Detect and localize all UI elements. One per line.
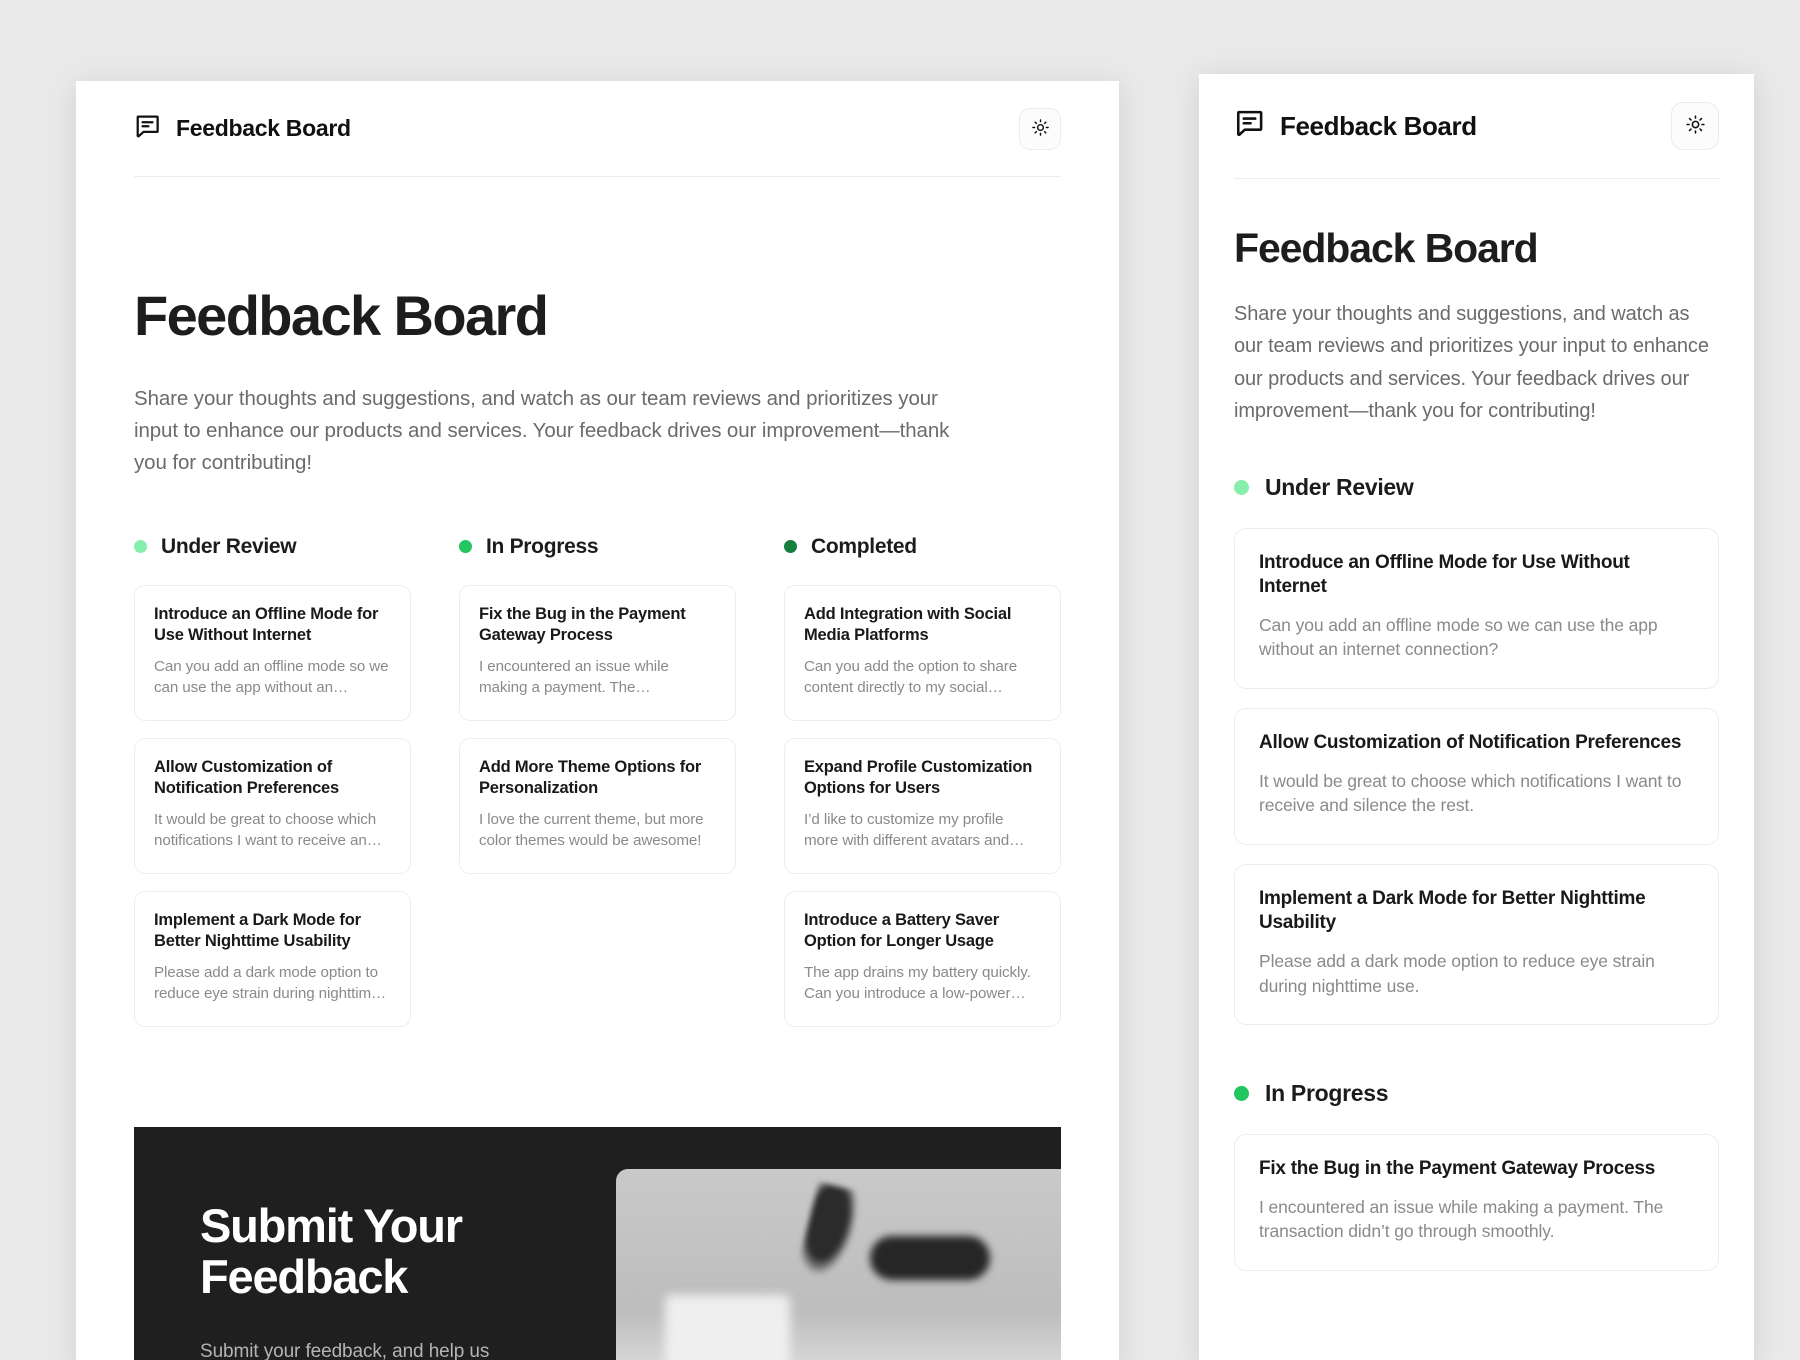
screenshot-stage: Feedback Board Feedback Board Share your… [0,0,1800,1360]
cta-title: Submit Your Feedback [200,1199,463,1303]
feedback-card[interactable]: Expand Profile Customization Options for… [784,737,1061,874]
column-title: In Progress [486,534,599,558]
feedback-card-title: Introduce a Battery Saver Option for Lon… [804,910,999,950]
feedback-card-title: Fix the Bug in the Payment Gateway Proce… [1259,1158,1656,1180]
feedback-card[interactable]: Add More Theme Options for Personalizati… [459,737,736,874]
mobile-card-list: Introduce an Offline Mode for Use Withou… [1234,527,1719,1026]
board-column: In Progress Fix the Bug in the Payment Ga… [459,534,736,1027]
feedback-card[interactable]: Introduce an Offline Mode for Use Withou… [134,584,411,721]
feedback-card-description: Please add a dark mode option to reduce … [154,964,387,1003]
theme-toggle-button[interactable] [1019,107,1061,150]
mobile-section-header: Under Review [1234,474,1719,501]
column-title: Under Review [161,534,297,558]
feedback-card-title: Allow Customization of Notification Pref… [154,757,340,797]
mobile-theme-toggle-button[interactable] [1671,102,1719,150]
status-dot [1234,1086,1249,1102]
status-dot [459,540,472,554]
feedback-board-columns: Under Review Introduce an Offline Mode fo… [134,534,1061,1027]
mobile-brand-name: Feedback Board [1280,110,1477,141]
mobile-section-header: In Progress [1234,1080,1719,1107]
feedback-card[interactable]: Fix the Bug in the Payment Gateway Proce… [1234,1134,1719,1271]
column-card-list: Add Integration with Social Media Platfo… [784,584,1061,1027]
feedback-card-description: Can you add an offline mode so we can us… [154,657,389,696]
feedback-card-description: Please add a dark mode option to reduce … [1259,951,1655,996]
mobile-brand[interactable]: Feedback Board [1234,108,1477,144]
mobile-page-description: Share your thoughts and suggestions, and… [1234,303,1709,423]
feedback-card[interactable]: Implement a Dark Mode for Better Nightti… [1234,863,1719,1026]
feedback-card[interactable]: Introduce an Offline Mode for Use Withou… [1234,527,1719,689]
feedback-card-title: Add Integration with Social Media Platfo… [804,604,1012,644]
feedback-card-title: Implement a Dark Mode for Better Nightti… [1259,887,1646,934]
feedback-card-title: Add More Theme Options for Personalizati… [479,757,702,797]
column-title: Completed [811,534,917,558]
feedback-card[interactable]: Implement a Dark Mode for Better Nightti… [134,890,411,1027]
sun-icon [1031,118,1050,140]
feedback-card-description: I encountered an issue while making a pa… [1259,1196,1664,1242]
feedback-card[interactable]: Add Integration with Social Media Platfo… [784,584,1061,721]
mobile-section-title: Under Review [1265,473,1414,500]
status-dot [1234,479,1249,495]
feedback-card[interactable]: Allow Customization of Notification Pref… [134,737,411,874]
feedback-card[interactable]: Introduce a Battery Saver Option for Lon… [784,890,1061,1027]
feedback-card-title: Expand Profile Customization Options for… [804,757,1033,797]
feedback-card-description: The app drains my battery quickly. Can y… [804,964,1031,1003]
status-dot [784,540,797,554]
mobile-section: Under Review Introduce an Offline Mode fo… [1234,474,1719,1026]
feedback-card[interactable]: Allow Customization of Notification Pref… [1234,707,1719,845]
cta-description: Submit your feedback, and help us improv… [200,1340,490,1360]
mobile-feedback-sections: Under Review Introduce an Offline Mode fo… [1234,474,1719,1271]
desktop-header: Feedback Board [134,81,1061,177]
board-column: Completed Add Integration with Social Med… [784,534,1061,1027]
desktop-preview-panel: Feedback Board Feedback Board Share your… [76,81,1119,1360]
feedback-card-description: I love the current theme, but more color… [479,810,704,849]
board-column: Under Review Introduce an Offline Mode fo… [134,534,411,1027]
column-card-list: Introduce an Offline Mode for Use Withou… [134,584,411,1027]
mobile-hero: Feedback Board Share your thoughts and s… [1234,179,1719,428]
submit-feedback-banner: Submit Your Feedback Submit your feedbac… [134,1127,1061,1360]
feedback-card-description: Can you add the option to share content … [804,657,1018,696]
feedback-card-title: Allow Customization of Notification Pref… [1259,731,1682,753]
mobile-preview-panel: Feedback Board Feedback Board Share your… [1199,74,1754,1360]
feedback-card-title: Introduce an Offline Mode for Use Withou… [1259,551,1630,598]
column-header: Under Review [134,534,411,560]
column-header: Completed [784,534,1061,560]
mobile-section: In Progress Fix the Bug in the Payment Ga… [1234,1080,1719,1271]
feedback-card-description: Can you add an offline mode so we can us… [1259,614,1658,660]
column-header: In Progress [459,534,736,560]
status-dot [134,540,147,554]
brand-name: Feedback Board [176,115,351,141]
page-description: Share your thoughts and suggestions, and… [134,387,950,474]
brand[interactable]: Feedback Board [134,113,351,145]
typewriter-photo [616,1169,1061,1360]
card-placeholder [459,891,736,1004]
desktop-hero: Feedback Board Share your thoughts and s… [134,177,1061,479]
sun-icon [1685,114,1706,138]
feedback-card-title: Fix the Bug in the Payment Gateway Proce… [479,604,686,644]
speech-bubble-icon [134,113,161,145]
feedback-card[interactable]: Fix the Bug in the Payment Gateway Proce… [459,584,736,721]
feedback-card-description: I encountered an issue while making a pa… [479,657,669,696]
feedback-card-title: Implement a Dark Mode for Better Nightti… [154,910,361,950]
mobile-card-list: Fix the Bug in the Payment Gateway Proce… [1234,1134,1719,1271]
mobile-page-title: Feedback Board [1234,225,1539,271]
page-title: Feedback Board [134,284,549,347]
mobile-header: Feedback Board [1234,74,1719,179]
feedback-card-description: It would be great to choose which notifi… [1259,770,1682,816]
feedback-card-title: Introduce an Offline Mode for Use Withou… [154,604,379,644]
feedback-card-description: It would be great to choose which notifi… [154,810,382,849]
feedback-card-description: I’d like to customize my profile more wi… [804,810,1025,849]
mobile-section-title: In Progress [1265,1080,1389,1107]
column-card-list: Fix the Bug in the Payment Gateway Proce… [459,584,736,1004]
speech-bubble-icon [1234,108,1265,144]
